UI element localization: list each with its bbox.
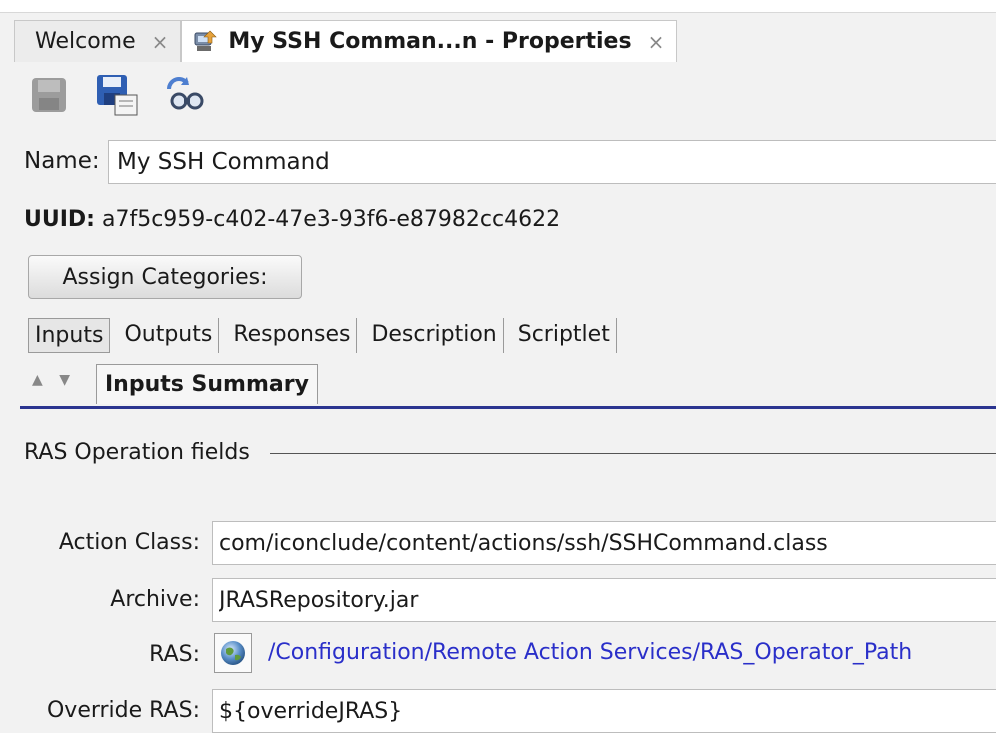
override-ras-label: Override RAS:: [46, 698, 200, 723]
save-button[interactable]: [24, 70, 74, 120]
fieldset-divider: [270, 453, 996, 454]
tab-outputs[interactable]: Outputs: [118, 318, 220, 353]
tab-responses[interactable]: Responses: [227, 318, 358, 353]
tab-welcome[interactable]: Welcome ×: [14, 20, 182, 62]
uuid-label: UUID:: [24, 207, 95, 232]
find-references-button[interactable]: [160, 70, 210, 120]
save-disabled-icon: [32, 78, 66, 112]
ras-label: RAS:: [149, 642, 200, 667]
tab-description[interactable]: Description: [365, 318, 504, 353]
tab-properties[interactable]: My SSH Comman...n - Properties ×: [181, 20, 678, 62]
override-ras-field[interactable]: [212, 689, 996, 733]
tab-properties-label: My SSH Comman...n - Properties: [228, 29, 632, 54]
inner-tab-bar: Inputs Outputs Responses Description Scr…: [28, 318, 625, 353]
tab-welcome-label: Welcome: [35, 29, 136, 54]
action-class-field[interactable]: [212, 521, 996, 565]
editor-tab-bar: Welcome × My SSH Comman...n - Properties…: [14, 20, 678, 64]
archive-field[interactable]: [212, 578, 996, 622]
scroll-arrows[interactable]: ▲ ▼: [32, 372, 76, 388]
window-top-edge: [0, 0, 996, 13]
tab-inputs-summary[interactable]: Inputs Summary: [96, 364, 318, 404]
assign-categories-button[interactable]: Assign Categories:: [28, 255, 302, 299]
toolbar: [24, 70, 210, 120]
uuid-value: a7f5c959-c402-47e3-93f6-e87982cc4622: [101, 207, 561, 232]
action-class-label: Action Class:: [58, 530, 200, 555]
save-as-icon: [97, 75, 138, 116]
close-icon[interactable]: ×: [648, 30, 665, 54]
globe-icon: [221, 641, 245, 665]
name-field[interactable]: [108, 140, 996, 184]
operation-icon: [194, 30, 218, 51]
tab-scriptlet[interactable]: Scriptlet: [512, 318, 617, 353]
uuid-row: UUID: a7f5c959-c402-47e3-93f6-e87982cc46…: [24, 207, 560, 232]
find-references-icon: [167, 77, 204, 110]
archive-label: Archive:: [110, 587, 200, 612]
fieldset-title: RAS Operation fields: [24, 440, 260, 465]
ras-path-link[interactable]: /Configuration/Remote Action Services/RA…: [268, 640, 912, 665]
name-label: Name:: [24, 148, 100, 174]
tab-inputs[interactable]: Inputs: [28, 318, 111, 353]
ras-browse-button[interactable]: [214, 633, 252, 673]
close-icon[interactable]: ×: [152, 30, 169, 54]
tab-underline: [20, 406, 996, 409]
save-as-button[interactable]: [92, 70, 142, 120]
